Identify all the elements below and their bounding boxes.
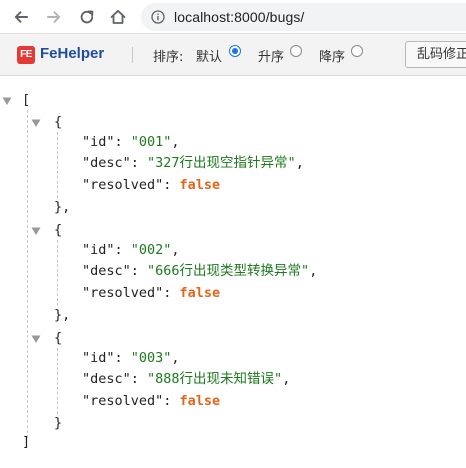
collapse-toggle-icon[interactable] xyxy=(31,118,41,128)
reload-icon xyxy=(80,10,94,24)
key-desc: "desc" xyxy=(82,263,131,279)
root-open-bracket: [ xyxy=(22,92,31,108)
json-row-desc: "desc": "666行出现类型转换异常", xyxy=(82,263,318,279)
object-close-brace: } xyxy=(54,415,63,431)
value-id: "002" xyxy=(130,242,172,258)
collapse-toggle-icon[interactable] xyxy=(2,96,12,106)
value-resolved: false xyxy=(179,285,221,301)
key-resolved: "resolved" xyxy=(82,285,164,301)
value-id: "003" xyxy=(130,350,172,366)
json-row-id: "id": "002", xyxy=(82,242,180,258)
encoding-fix-button[interactable]: 乱码修正 xyxy=(405,41,466,68)
fehelper-toolbar: FE FeHelper 排序: 默认 升序 降序 乱码修正 xyxy=(0,34,466,76)
sort-option-desc-label[interactable]: 降序 xyxy=(319,46,345,65)
json-row-resolved: "resolved": false xyxy=(82,177,221,193)
object-guide-line xyxy=(57,348,58,414)
collapse-toggle-icon[interactable] xyxy=(31,226,41,236)
sort-label: 排序: xyxy=(153,50,184,65)
json-row-desc: "desc": "327行出现空指针异常", xyxy=(82,155,304,171)
forward-button[interactable] xyxy=(42,5,66,29)
object-open-brace: { xyxy=(54,330,63,346)
key-resolved: "resolved" xyxy=(82,177,164,193)
info-icon[interactable] xyxy=(151,10,165,24)
object-close-brace: }, xyxy=(54,307,71,323)
object-open-brace: { xyxy=(54,222,63,238)
json-row-resolved: "resolved": false xyxy=(82,393,221,409)
key-id: "id" xyxy=(82,242,115,258)
json-view: [ { "id": "001", "desc": "327行出现空指针异常", … xyxy=(0,76,466,468)
value-desc: "666行出现类型转换异常" xyxy=(147,263,310,279)
home-button[interactable] xyxy=(106,5,130,29)
sort-asc-radio[interactable] xyxy=(290,45,302,57)
object-guide-line xyxy=(57,132,58,198)
reload-button[interactable] xyxy=(75,5,99,29)
json-row-resolved: "resolved": false xyxy=(82,285,221,301)
sort-option-default-label[interactable]: 默认 xyxy=(196,46,222,65)
collapse-toggle-icon[interactable] xyxy=(31,334,41,344)
key-resolved: "resolved" xyxy=(82,393,164,409)
fehelper-logo-icon: FE xyxy=(17,46,35,64)
sort-option-asc-label[interactable]: 升序 xyxy=(258,46,284,65)
key-id: "id" xyxy=(82,134,115,150)
back-arrow-icon xyxy=(14,11,28,23)
fehelper-brand[interactable]: FeHelper xyxy=(40,45,104,62)
home-icon xyxy=(110,9,126,24)
back-button[interactable] xyxy=(9,5,33,29)
value-id: "001" xyxy=(130,134,172,150)
address-bar[interactable]: localhost:8000/bugs/ xyxy=(141,3,466,31)
url-text: localhost:8000/bugs/ xyxy=(174,9,305,25)
object-open-brace: { xyxy=(54,114,63,130)
root-guide-line xyxy=(27,110,28,438)
key-desc: "desc" xyxy=(82,371,131,387)
key-desc: "desc" xyxy=(82,155,131,171)
json-row-id: "id": "001", xyxy=(82,134,180,150)
value-desc: "327行出现空指针异常" xyxy=(147,155,296,171)
browser-toolbar: localhost:8000/bugs/ xyxy=(0,0,466,34)
root-close-bracket: ] xyxy=(22,434,31,450)
json-row-desc: "desc": "888行出现未知错误", xyxy=(82,371,291,387)
object-guide-line xyxy=(57,240,58,306)
object-close-brace: }, xyxy=(54,199,71,215)
forward-arrow-icon xyxy=(47,11,61,23)
value-resolved: false xyxy=(179,177,221,193)
toolbar-divider xyxy=(132,47,133,63)
sort-default-radio[interactable] xyxy=(229,45,241,57)
value-desc: "888行出现未知错误" xyxy=(147,371,283,387)
key-id: "id" xyxy=(82,350,115,366)
value-resolved: false xyxy=(179,393,221,409)
sort-desc-radio[interactable] xyxy=(351,45,363,57)
json-row-id: "id": "003", xyxy=(82,350,180,366)
